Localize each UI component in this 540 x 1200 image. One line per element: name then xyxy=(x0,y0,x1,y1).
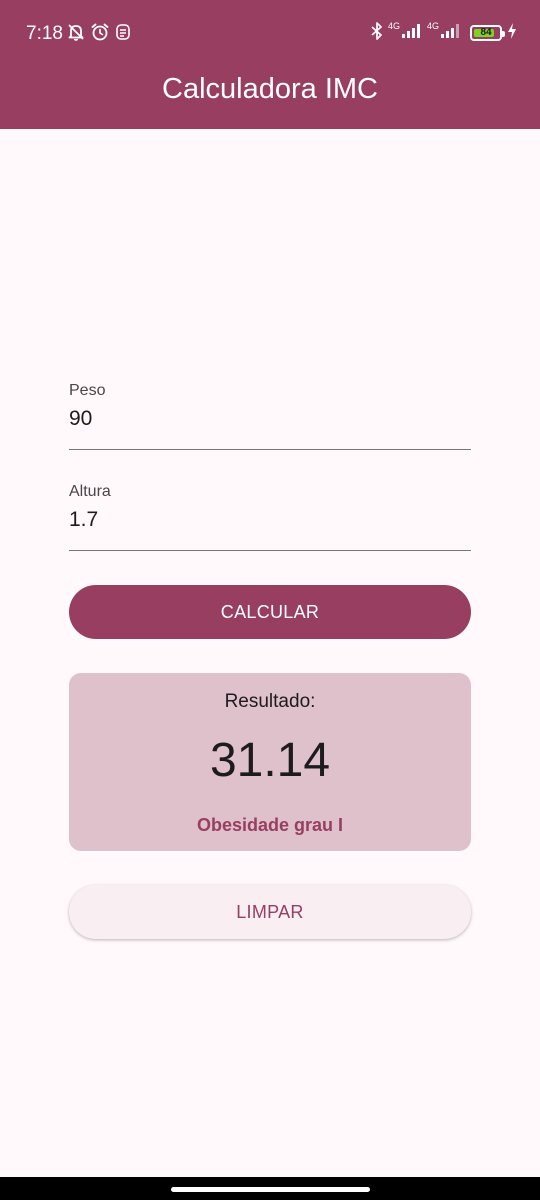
result-classification: Obesidade grau I xyxy=(196,815,344,835)
battery-tip xyxy=(502,31,505,37)
network-type-2: 4G xyxy=(426,20,439,31)
altura-field[interactable]: Altura 1.7 xyxy=(69,479,471,551)
signal-icon xyxy=(440,23,462,44)
app-notification-icon xyxy=(114,22,132,47)
battery-level: 84 xyxy=(480,27,492,38)
home-gesture-handle[interactable] xyxy=(171,1187,370,1192)
status-bar: 7:18 4G 4G 84 xyxy=(0,0,540,64)
app-title: Calculadora IMC xyxy=(162,73,378,105)
limpar-button-label: LIMPAR xyxy=(236,901,304,922)
result-value: 31.14 xyxy=(209,734,331,787)
charging-icon xyxy=(506,22,518,45)
battery-icon: 84 xyxy=(470,25,505,41)
calcular-button[interactable]: CALCULAR xyxy=(69,585,471,639)
bluetooth-icon xyxy=(370,21,384,46)
status-left-icons xyxy=(66,22,132,46)
result-label: Resultado: xyxy=(224,691,316,712)
peso-field[interactable]: Peso 90 xyxy=(69,378,471,450)
signal-icon xyxy=(401,23,423,44)
status-time: 7:18 xyxy=(26,23,63,44)
status-right-icons: 4G 4G 84 xyxy=(370,21,518,45)
network-type-1: 4G xyxy=(387,20,400,31)
altura-field-label: Altura xyxy=(69,483,111,500)
navigation-bar xyxy=(0,1177,540,1200)
altura-field-value[interactable]: 1.7 xyxy=(69,506,98,534)
peso-field-label: Peso xyxy=(69,382,106,399)
bell-off-icon xyxy=(66,22,86,47)
peso-field-value[interactable]: 90 xyxy=(69,405,92,433)
result-card: Resultado: 31.14 Obesidade grau I xyxy=(69,673,471,851)
limpar-button[interactable]: LIMPAR xyxy=(69,885,471,939)
alarm-icon xyxy=(90,22,110,47)
calcular-button-label: CALCULAR xyxy=(220,601,320,622)
top-bar: 7:18 4G 4G 84 Calculadora IMC xyxy=(0,0,540,129)
